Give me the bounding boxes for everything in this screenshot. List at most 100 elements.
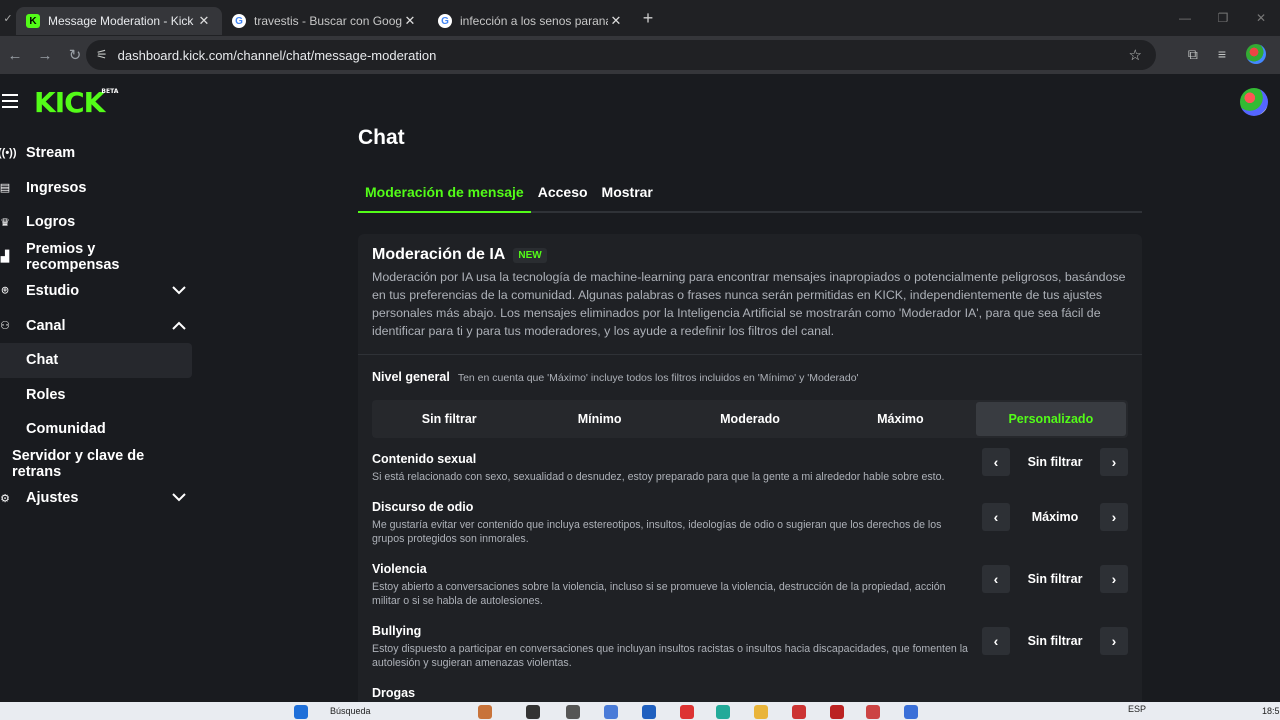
taskbar-app-icon[interactable] (642, 705, 656, 719)
sidebar-item-logros[interactable]: ♛ Logros (0, 205, 192, 240)
sidebar-item-roles[interactable]: Roles (0, 378, 192, 413)
media-icon[interactable]: ≡ (1218, 46, 1226, 62)
close-icon[interactable]: ✕ (608, 13, 624, 29)
ai-moderation-card: Moderación de IA NEW Moderación por IA u… (358, 234, 1142, 714)
close-icon[interactable]: ✕ (402, 13, 418, 29)
taskbar-clock[interactable]: 18:5 (1262, 706, 1280, 716)
browser-tab-google-2[interactable]: G infección a los senos paranasales ✕ (428, 7, 634, 35)
sidebar-item-stream[interactable]: ((•)) Stream (0, 136, 192, 171)
sidebar-item-label: Stream (26, 145, 76, 162)
bookmark-star-icon[interactable]: ☆ (1129, 46, 1142, 64)
sidebar: ((•)) Stream ▤ Ingresos ♛ Logros ▟ Premi… (0, 136, 192, 516)
taskbar-app-icon[interactable] (604, 705, 618, 719)
back-icon[interactable]: ← (0, 47, 30, 64)
os-taskbar: Búsqueda ESP 18:5 (0, 702, 1280, 720)
kick-logo[interactable]: KICK BETA (34, 86, 118, 119)
tab-moderacion[interactable]: Moderación de mensaje (358, 180, 531, 213)
browser-tab-google-1[interactable]: G travestis - Buscar con Google ✕ (222, 7, 428, 35)
level-option-moderado[interactable]: Moderado (675, 402, 825, 436)
profile-avatar[interactable] (1246, 44, 1266, 64)
taskbar-app-icon[interactable] (866, 705, 880, 719)
windows-start-icon[interactable] (294, 705, 308, 719)
card-title: Moderación de IA NEW (372, 246, 1128, 264)
forward-icon[interactable]: → (30, 47, 60, 64)
new-tab-button[interactable]: + (634, 8, 662, 29)
gift-icon: ▟ (0, 251, 10, 264)
chevron-down-icon[interactable] (172, 284, 186, 298)
taskbar-app-icon[interactable] (792, 705, 806, 719)
category-stepper: ‹ Sin filtrar › (982, 448, 1128, 476)
minimize-icon[interactable]: — (1166, 11, 1204, 25)
logo-text: KICK (34, 86, 105, 119)
window-controls: — ❐ ✕ (1166, 0, 1280, 36)
extensions-icon[interactable]: ⧉ (1188, 46, 1198, 63)
chevron-right-icon[interactable]: › (1100, 565, 1128, 593)
taskbar-search[interactable]: Búsqueda (330, 706, 371, 716)
category-description: Estoy dispuesto a participar en conversa… (372, 643, 968, 669)
tab-title: travestis - Buscar con Google (254, 14, 402, 28)
chevron-right-icon[interactable]: › (1100, 503, 1128, 531)
sidebar-item-servidor[interactable]: Servidor y clave de retrans (0, 447, 192, 482)
general-level-hint: Ten en cuenta que 'Máximo' incluye todos… (457, 372, 859, 384)
chevron-down-icon[interactable] (172, 491, 186, 505)
url-field[interactable]: ⚟ dashboard.kick.com/channel/chat/messag… (86, 40, 1156, 70)
taskbar-app-icon[interactable] (754, 705, 768, 719)
taskbar-lang[interactable]: ESP (1128, 704, 1146, 714)
site-info-icon[interactable]: ⚟ (96, 47, 108, 63)
category-stepper: ‹ Sin filtrar › (982, 565, 1128, 593)
sidebar-item-ajustes[interactable]: ⚙ Ajustes (0, 481, 192, 516)
window-close-icon[interactable]: ✕ (1242, 11, 1280, 25)
kick-icon: K (26, 14, 40, 28)
sidebar-item-comunidad[interactable]: Comunidad (0, 412, 192, 447)
taskbar-app-icon[interactable] (716, 705, 730, 719)
browser-tab-strip: ✓ K Message Moderation - Kick Das ✕ G tr… (0, 0, 1280, 36)
level-option-maximo[interactable]: Máximo (825, 402, 975, 436)
taskbar-app-icon[interactable] (566, 705, 580, 719)
category-value: Sin filtrar (1027, 455, 1083, 469)
tab-acceso[interactable]: Acceso (531, 180, 595, 213)
level-option-sin-filtrar[interactable]: Sin filtrar (374, 402, 524, 436)
broadcast-icon: ((•)) (0, 147, 17, 160)
level-selector: Sin filtrar Mínimo Moderado Máximo Perso… (372, 400, 1128, 438)
card-description: Moderación por IA usa la tecnología de m… (372, 270, 1126, 338)
level-option-minimo[interactable]: Mínimo (524, 402, 674, 436)
taskbar-app-icon[interactable] (526, 705, 540, 719)
category-row-discurso-odio: Discurso de odio Me gustaría evitar ver … (372, 500, 1128, 562)
card-header: Moderación de IA NEW Moderación por IA u… (358, 234, 1142, 355)
chevron-up-icon[interactable] (172, 319, 186, 333)
taskbar-app-icon[interactable] (680, 705, 694, 719)
sidebar-item-premios[interactable]: ▟ Premios y recompensas (0, 240, 192, 275)
level-option-personalizado[interactable]: Personalizado (975, 402, 1127, 436)
chevron-right-icon[interactable]: › (1100, 448, 1128, 476)
sidebar-item-canal[interactable]: ⚇ Canal (0, 309, 192, 344)
chevron-left-icon[interactable]: ‹ (982, 565, 1010, 593)
taskbar-app-icon[interactable] (478, 705, 492, 719)
tab-mostrar[interactable]: Mostrar (595, 180, 660, 213)
channel-icon: ⚇ (0, 320, 10, 333)
category-description: Me gustaría evitar ver contenido que inc… (372, 519, 942, 545)
address-bar-row: ← → ↻ ⚟ dashboard.kick.com/channel/chat/… (0, 36, 1280, 74)
close-icon[interactable]: ✕ (196, 13, 212, 29)
category-description: Si está relacionado con sexo, sexualidad… (372, 471, 945, 483)
sidebar-item-label: Comunidad (26, 421, 106, 438)
chevron-left-icon[interactable]: ‹ (982, 627, 1010, 655)
menu-icon[interactable] (2, 94, 18, 112)
gear-icon: ⚙ (0, 492, 10, 505)
chevron-left-icon[interactable]: ‹ (982, 448, 1010, 476)
trophy-icon: ♛ (0, 216, 10, 229)
chevron-right-icon[interactable]: › (1100, 627, 1128, 655)
tab-search-icon[interactable]: ✓ (0, 12, 16, 25)
restore-icon[interactable]: ❐ (1204, 11, 1242, 25)
user-avatar[interactable] (1240, 88, 1268, 116)
sidebar-item-label: Roles (26, 386, 66, 403)
tab-title: Message Moderation - Kick Das (48, 14, 196, 28)
browser-tab-kick[interactable]: K Message Moderation - Kick Das ✕ (16, 7, 222, 35)
chevron-left-icon[interactable]: ‹ (982, 503, 1010, 531)
taskbar-app-icon[interactable] (830, 705, 844, 719)
sidebar-item-ingresos[interactable]: ▤ Ingresos (0, 171, 192, 206)
category-name: Drogas (372, 686, 416, 700)
sidebar-item-chat[interactable]: Chat (0, 343, 192, 378)
taskbar-app-icon[interactable] (904, 705, 918, 719)
category-list: Contenido sexual Si está relacionado con… (372, 448, 1128, 716)
sidebar-item-estudio[interactable]: ⌾ Estudio (0, 274, 192, 309)
